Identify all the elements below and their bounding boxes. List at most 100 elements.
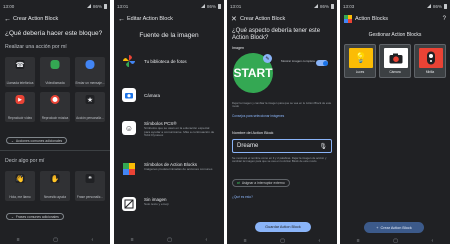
nav-bar: ≡ ▢ ‹ (340, 238, 450, 244)
nav-home-icon[interactable]: ▢ (167, 237, 172, 243)
phrase-tile-hello[interactable]: 👋 Hola, me llamo (5, 171, 35, 201)
action-tile-phone-call[interactable]: ☎ Llamada telefónica (5, 57, 35, 87)
toggle-label: Mostrar imagen completa (281, 59, 315, 63)
source-item-photos[interactable]: Tu biblioteca de fotos (122, 54, 216, 68)
signal-icon (200, 4, 205, 8)
nav-recents-icon[interactable]: ≡ (17, 237, 20, 243)
source-item-camera[interactable]: Cámara (122, 88, 216, 102)
close-icon[interactable]: ✕ (231, 15, 240, 23)
save-action-block-button[interactable]: Guardar Action Block (255, 222, 311, 232)
nav-recents-icon[interactable]: ≡ (357, 238, 360, 244)
chevron-down-icon: ⌄ (11, 214, 14, 219)
assign-switch-chip[interactable]: ⇄ Asignar a interruptor externo (232, 179, 290, 187)
app-title: Editar Action Block (127, 16, 173, 22)
nav-bar: ≡ ▢ ‹ (227, 238, 337, 244)
item-title: Tu biblioteca de fotos (144, 58, 187, 64)
wave-hand-icon: 👋 (15, 174, 25, 183)
nav-back-icon[interactable]: ‹ (206, 237, 208, 243)
nav-bar: ≡ ▢ ‹ (114, 236, 224, 244)
source-item-action-blocks-symbols[interactable]: Símbolos de Action Blocks Imágenes prede… (122, 162, 216, 176)
battery-text: 86% (319, 3, 329, 9)
nav-back-icon[interactable]: ‹ (432, 238, 434, 244)
phrase-tile-help[interactable]: ✋ Necesito ayuda (40, 171, 70, 201)
name-field[interactable]: Dreame 🎙 (232, 139, 332, 153)
show-full-image-toggle[interactable] (316, 60, 328, 66)
status-bar: 13:01 86% (117, 2, 221, 10)
name-helper-text: Se mostrará el nombre como en 3 y 2 pala… (232, 156, 327, 164)
action-tile-custom[interactable]: ★ Acción personaliz... (75, 92, 105, 122)
nav-home-icon[interactable]: ▢ (280, 238, 285, 244)
signal-icon (313, 4, 318, 8)
nav-recents-icon[interactable]: ≡ (131, 237, 134, 243)
tile-label: Cámara (389, 70, 401, 75)
chip-label: Asignar a interruptor externo (241, 181, 285, 185)
nav-bar: ≡ ▢ ‹ (0, 236, 110, 244)
tile-label: Reproducir música (41, 116, 69, 121)
section-label-actions: Realizar una acción por mí (5, 44, 67, 50)
name-label: Nombre del Action Block (232, 131, 274, 135)
phone-icon: ☎ (15, 60, 25, 69)
chip-label: Frases comunes adicionales (15, 214, 59, 219)
pcs-symbol-icon: ☺ (122, 121, 136, 135)
video-icon (50, 60, 60, 69)
nav-home-icon[interactable]: ▢ (393, 238, 398, 244)
nav-back-icon[interactable]: ‹ (319, 238, 321, 244)
status-time: 13:01 (230, 3, 242, 9)
image-source-heading: Fuente de la imagen (139, 32, 199, 39)
chevron-down-icon: ⌄ (11, 138, 14, 143)
edit-image-icon[interactable]: ✎ (263, 54, 272, 63)
tile-label: Llamada telefónica (6, 81, 34, 86)
phrase-tile-custom[interactable]: ❝ Frase personaliz... (75, 171, 105, 201)
image-label: Imagen (232, 46, 244, 50)
tile-label: Necesito ayuda (44, 195, 66, 200)
panel-block-appearance: 13:01 86% ✕ Crear Action Block ¿Qué aspe… (227, 0, 337, 244)
microphone-icon[interactable]: 🎙 (319, 143, 327, 150)
battery-icon (331, 3, 334, 9)
tile-label: Hola, me llamo (9, 195, 31, 200)
action-tile-play-music[interactable]: Reproducir música (40, 92, 70, 122)
app-title: Action Blocks (355, 16, 389, 22)
item-title: Cámara (144, 92, 161, 98)
name-field-value: Dreame (237, 143, 259, 149)
plus-icon: + (376, 225, 379, 230)
raised-hand-icon: ✋ (50, 174, 60, 183)
nav-recents-icon[interactable]: ≡ (244, 238, 247, 244)
image-helper-text: Dejar la imagen y cambiar la imagen para… (232, 101, 332, 109)
source-item-pcs-symbols[interactable]: ☺ Símbolos PCS® Símbolos que se usan en … (122, 121, 216, 138)
create-action-block-fab[interactable]: + Crear Action Block (364, 222, 424, 233)
play-icon: ▶ (15, 95, 25, 104)
block-tile-camera[interactable]: Cámara (379, 44, 411, 78)
what-is-this-link[interactable]: ¿Qué es esto? (232, 195, 253, 199)
nav-home-icon[interactable]: ▢ (53, 237, 58, 243)
start-image-text: START (233, 66, 273, 80)
battery-text: 86% (432, 3, 442, 9)
tile-label: Videollamada (45, 81, 65, 86)
panel-choose-action: 13:00 86% ← Crear Action Block ¿Qué debe… (0, 0, 110, 244)
action-tile-video-call[interactable]: Videollamada (40, 57, 70, 87)
tile-label: Enviar un mensaje... (75, 81, 105, 86)
action-tile-send-message[interactable]: Enviar un mensaje... (75, 57, 105, 87)
status-time: 13:01 (117, 3, 129, 9)
image-tips-link[interactable]: Consejos para seleccionar imágenes (232, 114, 284, 118)
signal-icon (86, 4, 91, 8)
source-item-no-image[interactable]: Sin imagen Solo texto y emoji (122, 197, 216, 211)
help-icon[interactable]: ? (443, 16, 446, 22)
nav-back-icon[interactable]: ‹ (92, 237, 94, 243)
camera-icon (122, 88, 136, 102)
back-arrow-icon[interactable]: ← (118, 16, 127, 23)
action-tile-play-video[interactable]: ▶ Reproducir vídeo (5, 92, 35, 122)
lightbulb-icon: 💡 (349, 48, 373, 68)
battery-icon (218, 3, 221, 9)
more-phrases-chip[interactable]: ⌄ Frases comunes adicionales (6, 213, 64, 220)
block-tile-doorbell[interactable]: Mirilla (414, 44, 446, 78)
switch-icon: ⇄ (237, 181, 240, 185)
status-bar: 13:01 86% (230, 2, 334, 10)
back-arrow-icon[interactable]: ← (4, 16, 13, 23)
item-subtitle: Símbolos que se usan en la educación esp… (144, 126, 215, 138)
chip-label: Acciones comunes adicionales (15, 138, 63, 143)
block-tile-lights[interactable]: 💡 Luces (344, 44, 376, 78)
more-actions-chip[interactable]: ⌄ Acciones comunes adicionales (6, 137, 68, 144)
tile-label: Luces (355, 70, 365, 75)
app-bar: ← Crear Action Block (0, 12, 110, 26)
star-icon: ★ (85, 95, 95, 104)
